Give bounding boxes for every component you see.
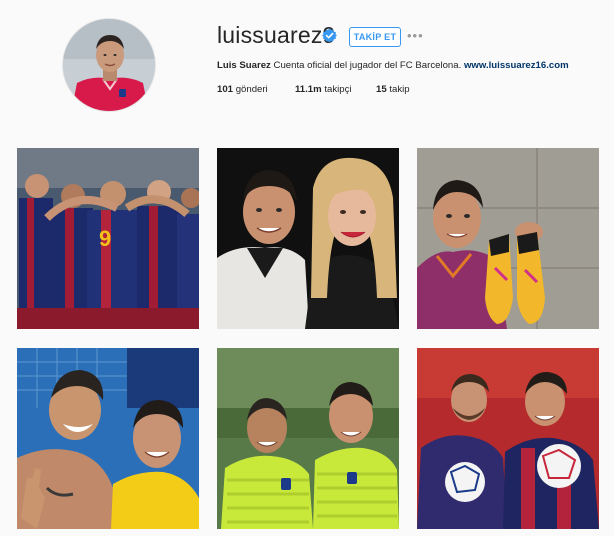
following-count: 15 — [376, 84, 387, 95]
post-thumbnail[interactable] — [417, 348, 599, 529]
followers-label: takipçi — [324, 84, 352, 95]
post-thumbnail[interactable] — [217, 148, 399, 329]
profile-bio: Luis Suarez Cuenta oficial del jugador d… — [217, 60, 569, 71]
more-options-icon[interactable]: ••• — [407, 27, 424, 45]
posts-count: 101 — [217, 84, 234, 95]
profile-bio-text: Cuenta oficial del jugador del FC Barcel… — [273, 60, 462, 71]
post-thumbnail[interactable] — [217, 348, 399, 529]
post-thumbnail[interactable] — [17, 348, 199, 529]
profile-full-name: Luis Suarez — [217, 60, 271, 71]
svg-text:9: 9 — [99, 226, 111, 251]
follow-button[interactable]: TAKİP ET — [349, 27, 401, 47]
stat-posts: 101 gönderi — [217, 84, 268, 95]
posts-label: gönderi — [235, 84, 268, 95]
profile-username: luissuarez9 — [217, 22, 336, 48]
verified-badge-icon — [322, 28, 337, 43]
profile-avatar[interactable] — [62, 18, 156, 112]
profile-website-link[interactable]: www.luissuarez16.com — [464, 60, 569, 71]
stat-followers[interactable]: 11.1m takipçi — [295, 84, 352, 95]
profile-header: luissuarez9 TAKİP ET ••• Luis Suarez Cue… — [0, 0, 614, 130]
post-thumbnail[interactable] — [417, 148, 599, 329]
followers-count: 11.1m — [295, 84, 322, 95]
post-thumbnail[interactable]: 9 — [17, 148, 199, 329]
following-label: takip — [389, 84, 410, 95]
stat-following[interactable]: 15 takip — [376, 84, 410, 95]
